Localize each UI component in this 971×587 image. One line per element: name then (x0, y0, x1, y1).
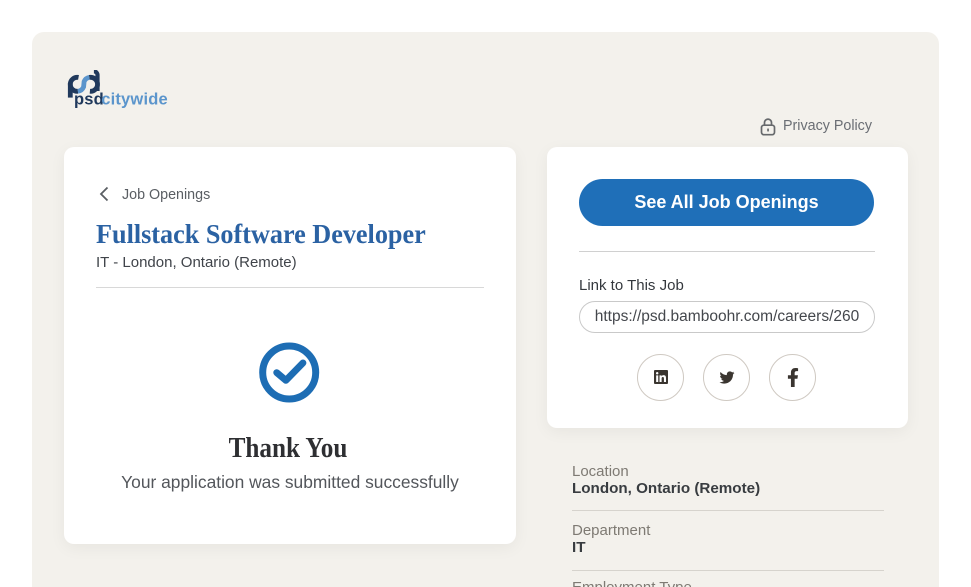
svg-text:citywide: citywide (101, 91, 168, 109)
svg-text:psd: psd (74, 91, 104, 109)
